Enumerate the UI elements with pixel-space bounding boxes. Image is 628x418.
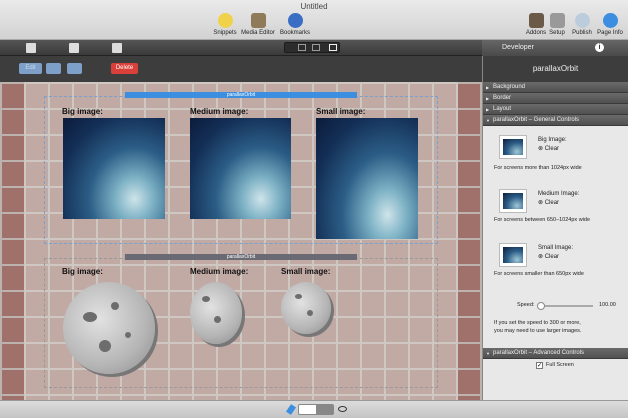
status-bar bbox=[0, 400, 628, 418]
full-screen-label: Full Screen bbox=[546, 362, 574, 368]
parallax-section-2[interactable]: parallaxOrbit Big image: Medium image: S… bbox=[44, 254, 438, 388]
border-section[interactable]: Border bbox=[483, 93, 628, 104]
big-image-label: Big image: bbox=[62, 107, 103, 116]
window-title: Untitled bbox=[300, 2, 328, 11]
pencil-icon[interactable] bbox=[285, 404, 297, 415]
big-image-caption: For screens more than 1024px wide bbox=[494, 165, 582, 171]
page-view-icon[interactable] bbox=[26, 43, 36, 53]
general-controls-section[interactable]: parallaxOrbit – General Controls bbox=[483, 115, 628, 126]
full-screen-checkbox[interactable]: ✓ bbox=[536, 362, 543, 369]
page-area[interactable]: parallaxOrbit Big image: Medium image: S… bbox=[24, 82, 458, 400]
big-image[interactable] bbox=[63, 118, 165, 219]
big-image-thumb[interactable] bbox=[499, 135, 527, 159]
snippets-icon bbox=[217, 13, 233, 28]
small-image-label: Small image: bbox=[281, 267, 331, 276]
medium-image-caption: For screens between 650–1024px wide bbox=[494, 217, 591, 223]
section-tag: parallaxOrbit bbox=[125, 254, 357, 260]
text-view-icon[interactable] bbox=[69, 43, 79, 53]
speed-value: 100.00 bbox=[599, 302, 616, 308]
edit-preview-toggle[interactable] bbox=[298, 404, 334, 415]
advanced-controls-section[interactable]: parallaxOrbit – Advanced Controls bbox=[483, 348, 628, 359]
media-editor-icon bbox=[250, 13, 266, 28]
eye-icon[interactable] bbox=[338, 406, 347, 412]
small-image[interactable] bbox=[316, 118, 418, 239]
inspector-panel: parallaxOrbit Background Border Layout p… bbox=[482, 56, 628, 400]
speed-label: Speed: bbox=[517, 302, 535, 308]
toolbar: Untitled Snippets Media Editor Bookmarks… bbox=[0, 0, 628, 40]
setup-icon bbox=[549, 13, 565, 28]
unlink-icon[interactable] bbox=[67, 63, 82, 74]
brick-canvas[interactable]: parallaxOrbit Big image: Medium image: S… bbox=[0, 82, 482, 400]
medium-image-label: Medium image: bbox=[190, 267, 249, 276]
delete-button[interactable]: Delete bbox=[111, 63, 138, 74]
speed-note-2: you may need to use larger images. bbox=[494, 328, 582, 334]
small-image-field-label: Small Image: bbox=[538, 245, 574, 251]
section-tag: parallaxOrbit bbox=[125, 92, 357, 98]
medium-image-field-label: Medium Image: bbox=[538, 191, 580, 197]
big-image-label: Big image: bbox=[62, 267, 103, 276]
tablet-icon[interactable] bbox=[298, 44, 306, 51]
big-moon-image[interactable] bbox=[63, 282, 155, 374]
screen-icon[interactable] bbox=[329, 44, 337, 51]
speed-slider-knob[interactable] bbox=[537, 302, 545, 310]
medium-moon-image[interactable] bbox=[190, 282, 242, 344]
small-image-label: Small image: bbox=[316, 107, 366, 116]
app-window: Untitled Snippets Media Editor Bookmarks… bbox=[0, 0, 628, 418]
small-image-caption: For screens smaller than 650px wide bbox=[494, 271, 584, 277]
small-moon-image[interactable] bbox=[281, 282, 331, 334]
big-image-clear[interactable]: ⊗ Clear bbox=[538, 145, 559, 152]
general-controls-body: Big Image: ⊗ Clear For screens more than… bbox=[483, 126, 628, 348]
small-image-clear[interactable]: ⊗ Clear bbox=[538, 253, 559, 260]
medium-image-label: Medium image: bbox=[190, 107, 249, 116]
speed-note-1: If you set the speed to 300 or more, bbox=[494, 320, 581, 326]
device-preview-toggle[interactable] bbox=[284, 42, 340, 53]
info-icon[interactable]: i bbox=[595, 43, 604, 52]
parallax-section-1[interactable]: parallaxOrbit Big image: Medium image: S… bbox=[44, 92, 438, 244]
inspector-title: parallaxOrbit bbox=[483, 56, 628, 82]
action-row: Edit Delete bbox=[0, 56, 482, 82]
big-image-field-label: Big Image: bbox=[538, 137, 567, 143]
page-info-icon bbox=[602, 13, 618, 28]
background-section[interactable]: Background bbox=[483, 82, 628, 93]
small-image-thumb[interactable] bbox=[499, 243, 527, 267]
page-info-button[interactable]: Page Info bbox=[592, 13, 628, 36]
desktop-icon[interactable] bbox=[312, 44, 320, 51]
link-icon[interactable] bbox=[46, 63, 61, 74]
medium-image-clear[interactable]: ⊗ Clear bbox=[538, 199, 559, 206]
layout-section[interactable]: Layout bbox=[483, 104, 628, 115]
medium-image[interactable] bbox=[190, 118, 291, 219]
view-bar: Developer i bbox=[0, 40, 628, 56]
speed-slider[interactable] bbox=[537, 302, 593, 310]
medium-image-thumb[interactable] bbox=[499, 189, 527, 213]
bookmarks-icon bbox=[287, 13, 303, 28]
advanced-controls-body: ✓ Full Screen bbox=[483, 359, 628, 373]
developer-title: Developer bbox=[502, 44, 534, 51]
publish-icon bbox=[574, 13, 590, 28]
media-editor-button[interactable]: Media Editor bbox=[239, 13, 277, 36]
bookmarks-button[interactable]: Bookmarks bbox=[276, 13, 314, 36]
developer-header: Developer i bbox=[482, 40, 628, 56]
image-view-icon[interactable] bbox=[112, 43, 122, 53]
edit-button[interactable]: Edit bbox=[19, 63, 42, 74]
